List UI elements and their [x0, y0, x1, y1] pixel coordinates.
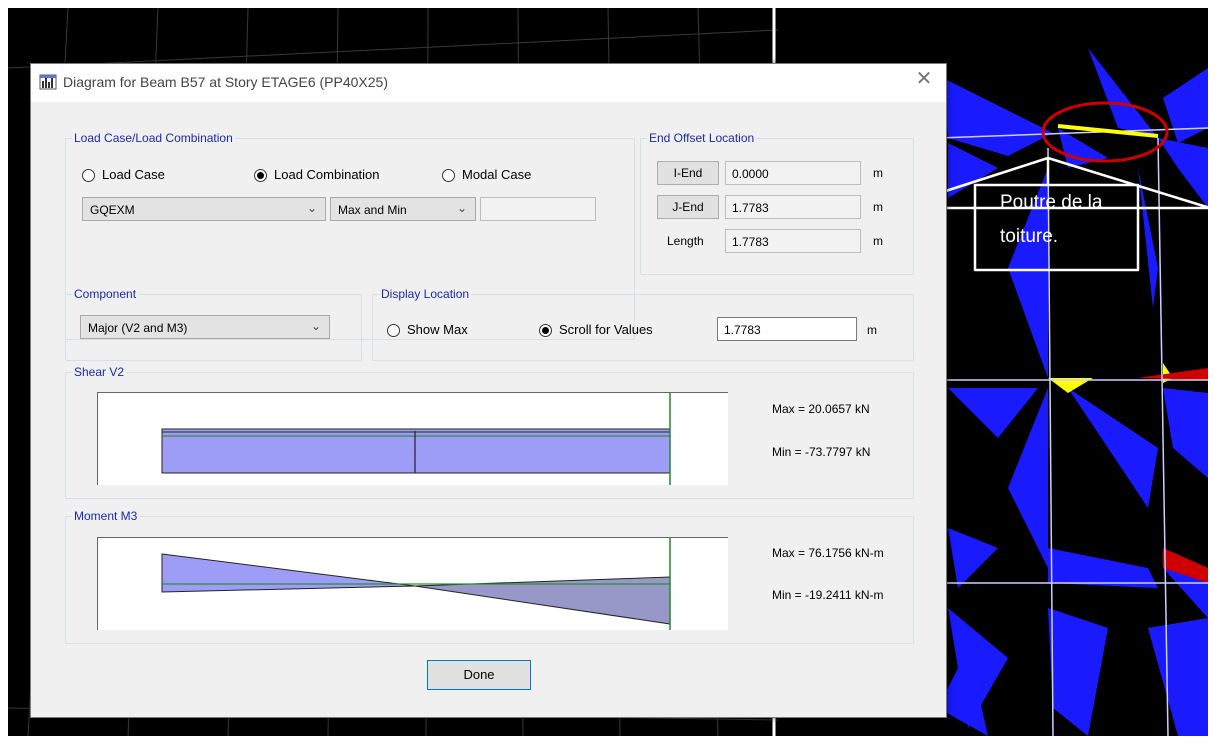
app-icon [39, 74, 57, 90]
j-end-button[interactable]: J-End [657, 195, 719, 219]
window-title: Diagram for Beam B57 at Story ETAGE6 (PP… [63, 74, 388, 90]
radio-load-combination-label: Load Combination [274, 167, 380, 182]
moment-diagram-graphic [161, 538, 671, 630]
radio-modal-case-dot [442, 168, 455, 182]
component-group: Component Major (V2 and M3) ⌄ [65, 287, 362, 361]
envelope-select[interactable]: Max and Min ⌄ [330, 197, 476, 221]
radio-load-combination-dot [254, 168, 267, 182]
radio-scroll-for-values-dot [539, 323, 552, 337]
radio-scroll-for-values-label: Scroll for Values [559, 322, 653, 337]
radio-load-case[interactable]: Load Case [82, 167, 165, 183]
load-case-group-title: Load Case/Load Combination [72, 131, 235, 145]
moment-diagram[interactable] [97, 537, 728, 630]
radio-show-max-dot [387, 323, 400, 337]
location-value-field[interactable]: 1.7783 [717, 317, 857, 341]
envelope-value: Max and Min [338, 203, 407, 217]
close-icon[interactable]: ✕ [902, 64, 946, 94]
length-label: Length [667, 234, 704, 248]
load-combination-select[interactable]: GQEXM ⌄ [82, 197, 326, 221]
radio-show-max[interactable]: Show Max [387, 322, 468, 338]
title-bar[interactable]: Diagram for Beam B57 at Story ETAGE6 (PP… [31, 64, 946, 102]
shear-diagram[interactable] [97, 392, 728, 485]
i-end-button[interactable]: I-End [657, 161, 719, 185]
radio-load-case-label: Load Case [102, 167, 165, 182]
shear-negative-region [161, 430, 671, 474]
j-end-unit: m [873, 200, 883, 214]
location-unit: m [867, 323, 877, 337]
length-field[interactable]: 1.7783 [725, 229, 861, 253]
callout-text: Poutre de la toiture. [1000, 186, 1160, 254]
display-location-group: Display Location Show Max Scroll for Val… [372, 287, 914, 361]
done-button[interactable]: Done [427, 660, 531, 690]
shear-positive-region [161, 428, 671, 433]
beam-diagram-dialog: Diagram for Beam B57 at Story ETAGE6 (PP… [30, 63, 947, 718]
component-select[interactable]: Major (V2 and M3) ⌄ [80, 315, 330, 339]
component-value: Major (V2 and M3) [88, 321, 188, 335]
radio-load-combination[interactable]: Load Combination [254, 167, 380, 183]
component-group-title: Component [72, 287, 139, 301]
shear-diagram-graphic [161, 393, 671, 485]
radio-scroll-for-values[interactable]: Scroll for Values [539, 322, 653, 338]
moment-min: Min = -19.2411 kN-m [772, 588, 884, 602]
chevron-down-icon: ⌄ [306, 201, 317, 215]
load-combination-value: GQEXM [90, 203, 135, 217]
radio-show-max-label: Show Max [407, 322, 468, 337]
callout-line-2: toiture. [1000, 226, 1059, 247]
i-end-field[interactable]: 0.0000 [725, 161, 861, 185]
i-end-unit: m [873, 166, 883, 180]
shear-min: Min = -73.7797 kN [772, 445, 871, 459]
radio-modal-case-label: Modal Case [462, 167, 532, 182]
radio-load-case-dot [82, 168, 95, 182]
callout-line-1: Poutre de la [1000, 192, 1103, 213]
moment-m3-group: Moment M3 Max = 76.1756 kN-m Min = -19.2… [65, 509, 914, 644]
extra-field[interactable] [480, 197, 596, 221]
moment-positive-region [161, 553, 416, 593]
end-offset-group-title: End Offset Location [647, 131, 757, 145]
radio-modal-case[interactable]: Modal Case [442, 167, 531, 183]
chevron-down-icon: ⌄ [310, 319, 321, 333]
length-unit: m [873, 234, 883, 248]
moment-m3-group-title: Moment M3 [72, 509, 140, 523]
shear-v2-group-title: Shear V2 [72, 365, 127, 379]
shear-v2-group: Shear V2 Max = 20.0657 kN Min = -73.7797… [65, 365, 914, 499]
chevron-down-icon: ⌄ [456, 201, 467, 215]
j-end-field[interactable]: 1.7783 [725, 195, 861, 219]
display-location-group-title: Display Location [379, 287, 472, 301]
shear-max: Max = 20.0657 kN [772, 402, 870, 416]
end-offset-group: End Offset Location I-End 0.0000 m J-End… [640, 131, 914, 275]
moment-max: Max = 76.1756 kN-m [772, 546, 884, 560]
